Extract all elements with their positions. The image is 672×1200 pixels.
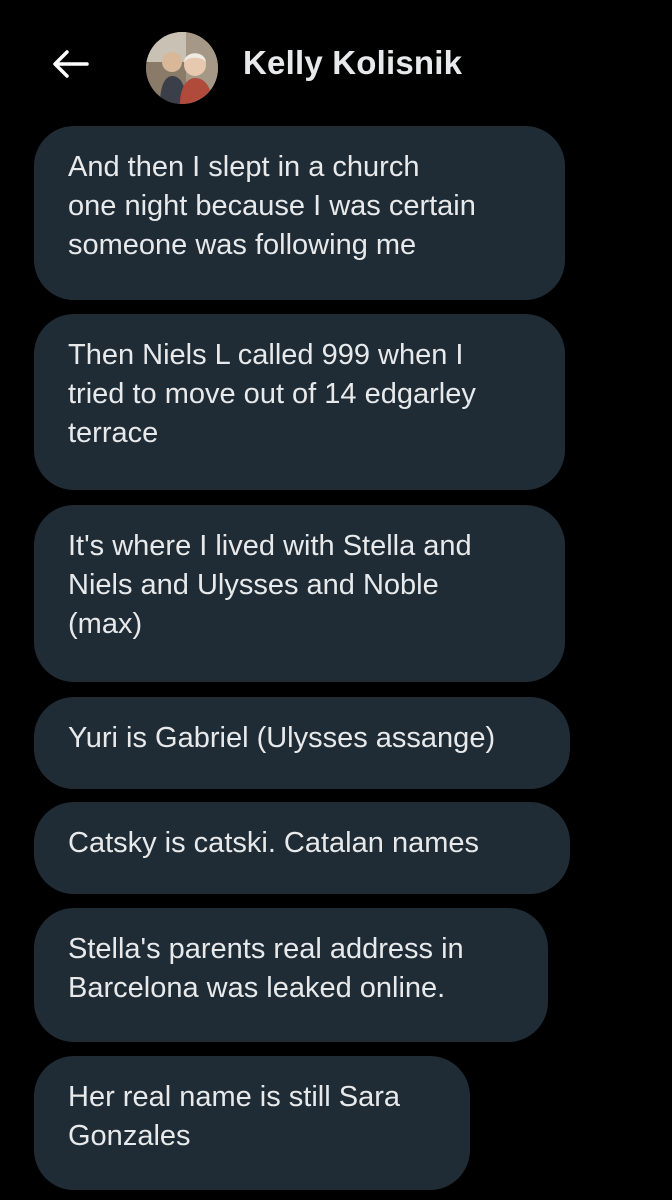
message-bubble[interactable]: And then I slept in a church one night b…: [34, 126, 565, 300]
message-bubble[interactable]: It's where I lived with Stella and Niels…: [34, 505, 565, 682]
message-bubble[interactable]: Then Niels L called 999 when I tried to …: [34, 314, 565, 490]
message-bubble[interactable]: Her real name is still Sara Gonzales: [34, 1056, 470, 1190]
message-bubble[interactable]: Yuri is Gabriel (Ulysses assange): [34, 697, 570, 789]
message-bubble[interactable]: Stella's parents real address in Barcelo…: [34, 908, 548, 1042]
message-list: And then I slept in a church one night b…: [0, 0, 672, 1200]
message-bubble[interactable]: Catsky is catski. Catalan names: [34, 802, 570, 894]
